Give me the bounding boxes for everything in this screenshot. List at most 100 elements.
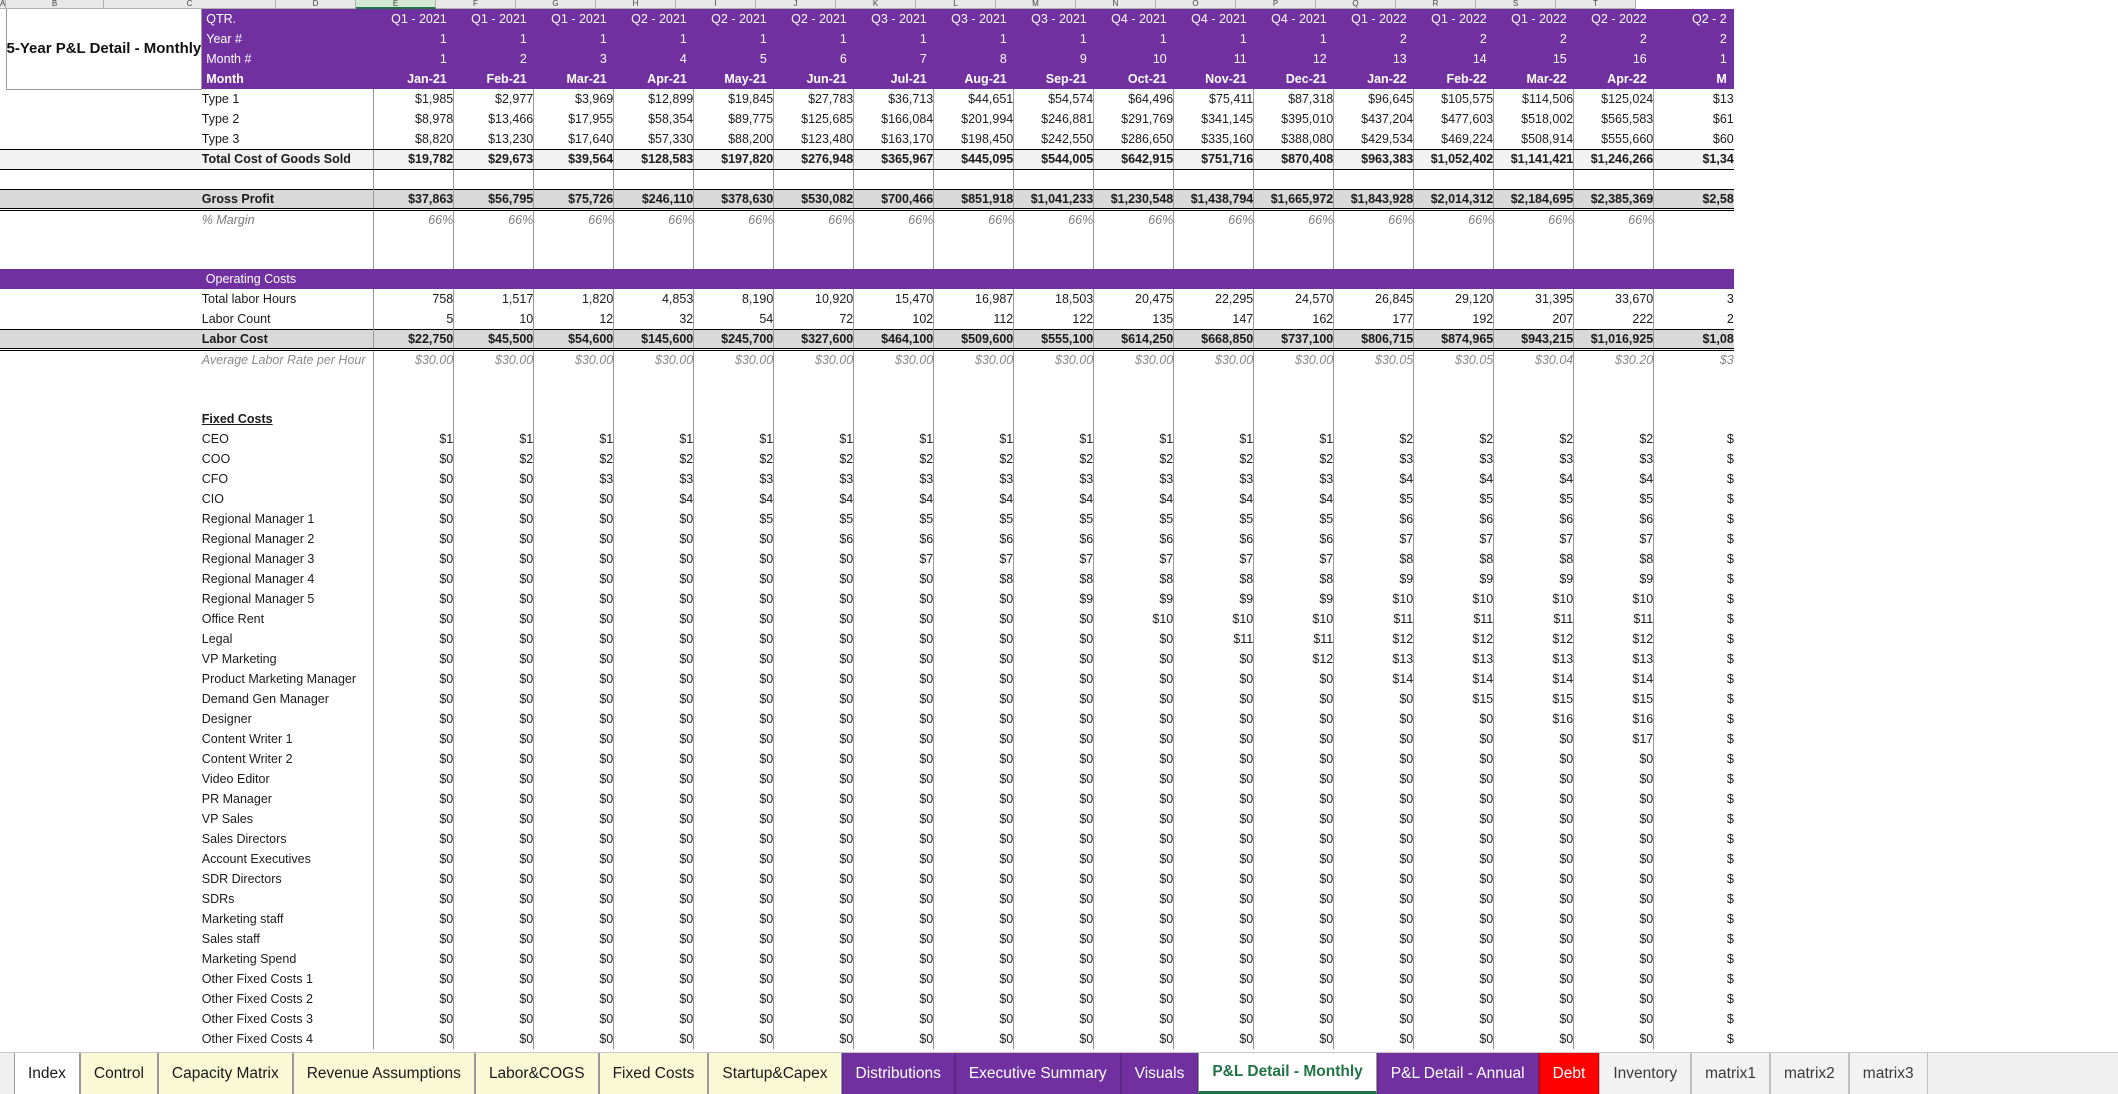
avg-labor-rate-value-c14[interactable]: $30.05 <box>1413 349 1494 369</box>
fixed-costs-heading-c10[interactable] <box>1093 409 1174 429</box>
fixed-cost-value-r21-c10[interactable]: $0 <box>1093 829 1174 849</box>
fixed-costs-heading-c8[interactable] <box>933 409 1014 429</box>
fixed-costs-heading-c2[interactable] <box>453 409 534 429</box>
title-col-cell[interactable] <box>6 289 202 309</box>
avg-labor-rate-value-c1[interactable]: $30.00 <box>373 349 454 369</box>
fixed-cost-value-r30-c17[interactable]: $ <box>1653 1009 1734 1029</box>
labor-count-row[interactable]: Labor Count 5 10 12 32 54 72 102 112 122 135 147 162… <box>0 309 1734 329</box>
avg-labor-rate-value-c10[interactable]: $30.00 <box>1093 349 1174 369</box>
fixed-cost-value-r24-c17[interactable]: $ <box>1653 889 1734 909</box>
column-header-n[interactable]: N <box>1076 0 1156 9</box>
fixed-cost-label-17[interactable]: Content Writer 2 <box>202 749 374 769</box>
cogs-value-r2-c10[interactable]: $291,769 <box>1093 109 1174 129</box>
cogs-value-r2-c5[interactable]: $89,775 <box>693 109 774 129</box>
total-cogs-value-c7[interactable]: $365,967 <box>853 148 934 170</box>
fixed-cost-value-r1-c7[interactable]: $1 <box>853 429 934 449</box>
fixed-cost-value-r4-c3[interactable]: $0 <box>533 489 614 509</box>
fixed-cost-value-r27-c17[interactable]: $ <box>1653 949 1734 969</box>
fixed-cost-value-r8-c6[interactable]: $0 <box>773 569 854 589</box>
fixed-cost-value-r21-c4[interactable]: $0 <box>613 829 694 849</box>
labor-hours-value-c14[interactable]: 29,120 <box>1413 289 1494 309</box>
fixed-cost-label-25[interactable]: Marketing staff <box>202 909 374 929</box>
fixed-cost-value-r14-c7[interactable]: $0 <box>853 689 934 709</box>
spacer-margin-2-c14[interactable] <box>1413 249 1494 269</box>
fixed-cost-value-r6-c9[interactable]: $6 <box>1013 529 1094 549</box>
fixed-costs-heading-c16[interactable] <box>1573 409 1654 429</box>
header-month-col-15[interactable]: Mar-22 <box>1493 69 1574 89</box>
fixed-cost-value-r16-c4[interactable]: $0 <box>613 729 694 749</box>
fixed-cost-value-r26-c1[interactable]: $0 <box>373 929 454 949</box>
fixed-cost-value-r16-c13[interactable]: $0 <box>1333 729 1414 749</box>
fixed-cost-value-r27-c3[interactable]: $0 <box>533 949 614 969</box>
gross-profit-value-c3[interactable]: $75,726 <box>533 188 614 211</box>
labor-count-value-c8[interactable]: 112 <box>933 309 1014 329</box>
cogs-value-r3-c3[interactable]: $17,640 <box>533 129 614 150</box>
sheet-tab-bar[interactable]: Index Control Capacity Matrix Revenue Assum… <box>0 1052 2118 1094</box>
labor-count-value-c1[interactable]: 5 <box>373 309 454 329</box>
header-monthnum-col-6[interactable]: 6 <box>773 49 854 69</box>
fixed-cost-value-r24-c8[interactable]: $0 <box>933 889 1014 909</box>
title-col-cell[interactable] <box>6 709 202 729</box>
spacer-fixed-1-c10[interactable] <box>1093 369 1174 389</box>
cogs-value-r3-c1[interactable]: $8,820 <box>373 129 454 150</box>
fixed-cost-value-r19-c10[interactable]: $0 <box>1093 789 1174 809</box>
fixed-cost-value-r21-c6[interactable]: $0 <box>773 829 854 849</box>
title-col-cell[interactable] <box>6 509 202 529</box>
cogs-label-1[interactable]: Type 1 <box>202 89 374 109</box>
gross-profit-value-c2[interactable]: $56,795 <box>453 188 534 211</box>
fixed-cost-value-r2-c7[interactable]: $2 <box>853 449 934 469</box>
fixed-cost-row[interactable]: PR Manager $0 $0 $0 $0 $0 $0 $0 $0 $0 $0 $0 $0 $0 $0 $0… <box>0 789 1734 809</box>
fixed-cost-value-r29-c10[interactable]: $0 <box>1093 989 1174 1009</box>
column-header-i[interactable]: I <box>676 0 756 9</box>
margin-value-c9[interactable]: 66% <box>1013 209 1094 229</box>
fixed-cost-value-r22-c3[interactable]: $0 <box>533 849 614 869</box>
fixed-cost-value-r25-c7[interactable]: $0 <box>853 909 934 929</box>
spacer-margin-1-c2[interactable] <box>453 229 534 249</box>
fixed-cost-value-r5-c1[interactable]: $0 <box>373 509 454 529</box>
labor-count-value-c5[interactable]: 54 <box>693 309 774 329</box>
cogs-value-r3-c7[interactable]: $163,170 <box>853 129 934 150</box>
fixed-cost-value-r13-c8[interactable]: $0 <box>933 669 1014 689</box>
column-header-m[interactable]: M <box>996 0 1076 9</box>
spacer-margin-2-c2[interactable] <box>453 249 534 269</box>
fixed-cost-value-r31-c11[interactable]: $0 <box>1173 1029 1254 1049</box>
fixed-cost-value-r8-c4[interactable]: $0 <box>613 569 694 589</box>
fixed-cost-label-13[interactable]: Product Marketing Manager <box>202 669 374 689</box>
fixed-cost-label-16[interactable]: Content Writer 1 <box>202 729 374 749</box>
cogs-value-r3-c16[interactable]: $555,660 <box>1573 129 1654 150</box>
labor-cost-label[interactable]: Labor Cost <box>201 328 374 351</box>
fixed-cost-value-r30-c1[interactable]: $0 <box>373 1009 454 1029</box>
fixed-cost-value-r4-c12[interactable]: $4 <box>1253 489 1334 509</box>
fixed-cost-value-r28-c9[interactable]: $0 <box>1013 969 1094 989</box>
margin-value-c6[interactable]: 66% <box>773 209 854 229</box>
fixed-cost-label-21[interactable]: Sales Directors <box>202 829 374 849</box>
cogs-value-r3-c9[interactable]: $242,550 <box>1013 129 1094 150</box>
sheet-tab-matrix2[interactable]: matrix2 <box>1769 1053 1849 1094</box>
fixed-cost-value-r8-c12[interactable]: $8 <box>1253 569 1334 589</box>
labor-count-value-c2[interactable]: 10 <box>453 309 534 329</box>
title-col-cell[interactable] <box>6 929 202 949</box>
fixed-cost-value-r25-c3[interactable]: $0 <box>533 909 614 929</box>
fixed-cost-value-r26-c15[interactable]: $0 <box>1493 929 1574 949</box>
fixed-cost-value-r18-c10[interactable]: $0 <box>1093 769 1174 789</box>
fixed-cost-value-r4-c10[interactable]: $4 <box>1093 489 1174 509</box>
fixed-cost-value-r29-c3[interactable]: $0 <box>533 989 614 1009</box>
margin-value-c16[interactable]: 66% <box>1573 209 1654 229</box>
header-year-col-8[interactable]: 1 <box>933 29 1014 49</box>
header-month-col-9[interactable]: Sep-21 <box>1013 69 1094 89</box>
spacer-fixed-2-c14[interactable] <box>1413 389 1494 409</box>
fixed-cost-label-19[interactable]: PR Manager <box>202 789 374 809</box>
fixed-cost-value-r31-c13[interactable]: $0 <box>1333 1029 1414 1049</box>
fixed-cost-value-r8-c5[interactable]: $0 <box>693 569 774 589</box>
fixed-cost-value-r27-c12[interactable]: $0 <box>1253 949 1334 969</box>
spacer-fixed-1-c6[interactable] <box>773 369 854 389</box>
fixed-cost-value-r19-c7[interactable]: $0 <box>853 789 934 809</box>
spacer-margin-2-c9[interactable] <box>1013 249 1094 269</box>
fixed-cost-value-r8-c16[interactable]: $9 <box>1573 569 1654 589</box>
labor-cost-value-c6[interactable]: $327,600 <box>773 328 854 351</box>
fixed-cost-value-r19-c1[interactable]: $0 <box>373 789 454 809</box>
title-col-cell[interactable] <box>6 649 202 669</box>
fixed-cost-value-r17-c10[interactable]: $0 <box>1093 749 1174 769</box>
cogs-value-r2-c11[interactable]: $341,145 <box>1173 109 1254 129</box>
spacer-fixed-2-c8[interactable] <box>933 389 1014 409</box>
